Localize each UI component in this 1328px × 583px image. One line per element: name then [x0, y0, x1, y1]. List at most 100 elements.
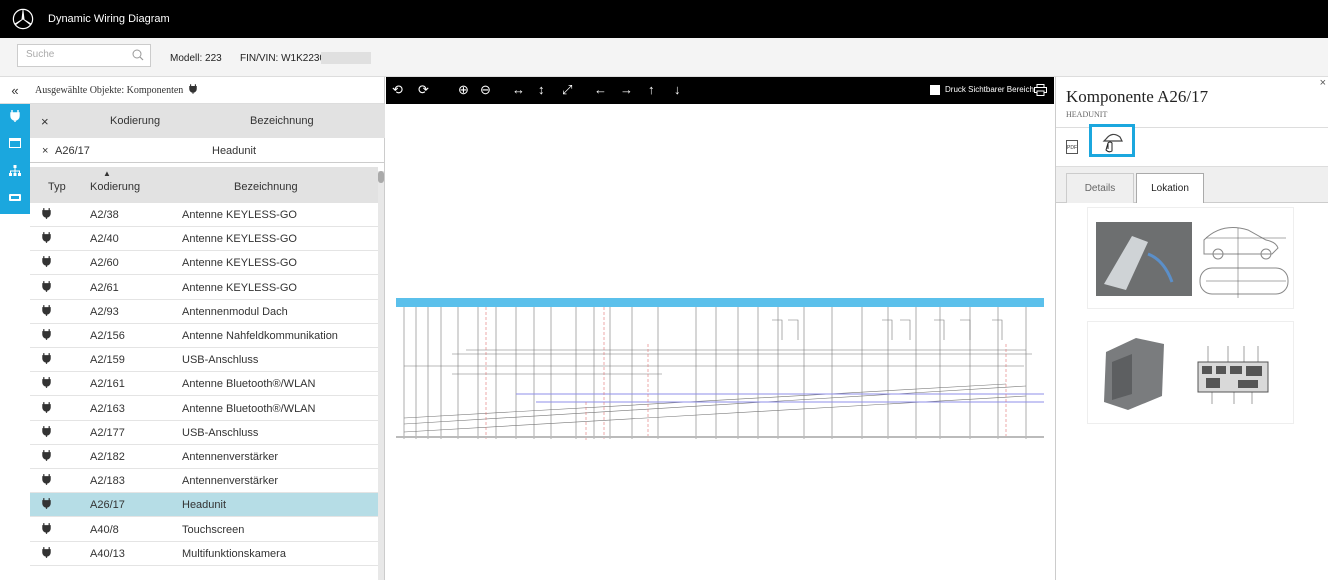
pan-up-icon[interactable]: ↑: [648, 82, 655, 97]
fit-width-icon[interactable]: ↔: [512, 82, 525, 97]
list-item[interactable]: A2/93 Antennenmodul Dach: [30, 300, 378, 324]
undo-icon[interactable]: ⟲: [392, 82, 403, 98]
plug-icon: [189, 84, 197, 94]
component-list-panel: Ausgewählte Objekte: Komponenten × Kodie…: [30, 77, 385, 580]
plug-icon: [42, 546, 51, 561]
row-kodierung: A2/182: [90, 451, 125, 463]
row-bezeichnung: Antenne KEYLESS-GO: [182, 257, 297, 270]
list-item[interactable]: A2/183 Antennenverstärker: [30, 469, 378, 494]
col-bezeichnung[interactable]: Bezeichnung: [250, 115, 314, 127]
row-bezeichnung: Headunit: [182, 499, 227, 512]
col-kodierung[interactable]: Kodierung: [90, 181, 140, 193]
row-bezeichnung: Antenne KEYLESS-GO: [182, 281, 297, 294]
list-item[interactable]: A2/159 USB-Anschluss: [30, 348, 378, 373]
pan-down-icon[interactable]: ↓: [674, 82, 681, 97]
col-bezeichnung[interactable]: Bezeichnung: [234, 181, 298, 193]
list-item[interactable]: A2/161 Antenne Bluetooth®/WLAN: [30, 372, 378, 397]
plug-icon: [42, 256, 51, 270]
list-item[interactable]: A2/177 USB-Anschluss: [30, 421, 378, 445]
row-kodierung: A2/159: [90, 354, 125, 367]
list-item[interactable]: A2/38 Antenne KEYLESS-GO: [30, 203, 378, 227]
list-item[interactable]: A2/40 Antenne KEYLESS-GO: [30, 227, 378, 252]
col-kodierung[interactable]: Kodierung: [110, 115, 160, 127]
sort-asc-icon[interactable]: ▲: [103, 169, 111, 178]
scrollbar-thumb[interactable]: [378, 171, 384, 183]
app-title: Dynamic Wiring Diagram: [48, 13, 170, 25]
wiring-diagram[interactable]: [386, 104, 1054, 580]
row-bezeichnung: Antenne Bluetooth®/WLAN: [182, 378, 316, 391]
hierarchy-icon[interactable]: [0, 158, 30, 182]
vin-mask: [321, 52, 371, 64]
remove-item-icon[interactable]: ×: [42, 145, 48, 157]
row-kodierung: A2/61: [90, 281, 119, 294]
tab-details[interactable]: Details: [1066, 173, 1134, 203]
redo-icon[interactable]: ⟳: [418, 82, 429, 98]
print-visible-checkbox[interactable]: [930, 85, 940, 95]
window-icon[interactable]: [0, 131, 30, 155]
row-bezeichnung: USB-Anschluss: [182, 426, 259, 439]
search-input[interactable]: Suche: [17, 44, 151, 67]
tab-lokation[interactable]: Lokation: [1136, 173, 1204, 203]
plug-icon: [42, 377, 51, 391]
col-typ[interactable]: Typ: [48, 181, 66, 193]
row-bezeichnung: Antennenmodul Dach: [182, 305, 288, 318]
component-subtitle: HEADUNIT: [1066, 110, 1108, 119]
component-actions-bar: PDF: [1056, 124, 1328, 167]
fit-page-icon[interactable]: ⤢: [562, 82, 572, 98]
row-bezeichnung: USB-Anschluss: [182, 354, 259, 367]
plug-icon: [42, 208, 51, 222]
list-item[interactable]: A40/13 Multifunktionskamera: [30, 542, 378, 566]
plug-icon[interactable]: [0, 104, 30, 128]
pan-right-icon[interactable]: →: [620, 82, 633, 97]
selected-item-row[interactable]: × A26/17 Headunit: [30, 139, 385, 163]
list-item[interactable]: A40/8 Touchscreen: [30, 518, 378, 542]
row-bezeichnung: Antenne KEYLESS-GO: [182, 233, 297, 246]
car-location-icon: [1102, 133, 1123, 153]
selected-bezeichnung: Headunit: [212, 145, 257, 157]
plug-icon: [42, 304, 51, 319]
zoom-in-icon[interactable]: ⊕: [458, 82, 469, 98]
row-bezeichnung: Touchscreen: [182, 523, 245, 536]
fin-vin-label: FIN/VIN: W1K22303: [240, 53, 331, 64]
search-placeholder: Suche: [26, 49, 55, 60]
plug-icon: [42, 401, 51, 416]
close-panel-icon[interactable]: ×: [1320, 77, 1326, 89]
list-scrollbar[interactable]: [378, 171, 384, 580]
row-kodierung: A2/163: [90, 402, 125, 415]
plug-icon: [42, 280, 51, 295]
pan-left-icon[interactable]: ←: [594, 82, 607, 97]
plug-icon: [42, 425, 51, 440]
row-kodierung: A2/156: [90, 330, 125, 342]
row-kodierung: A40/8: [90, 523, 119, 536]
component-detail-panel: × Komponente A26/17 HEADUNIT PDF Details…: [1055, 77, 1328, 580]
clear-all-icon[interactable]: ×: [41, 114, 49, 129]
row-kodierung: A2/183: [90, 475, 125, 488]
connector-icon[interactable]: [0, 185, 30, 209]
list-item[interactable]: A2/60 Antenne KEYLESS-GO: [30, 251, 378, 276]
collapse-icon[interactable]: «: [0, 77, 30, 104]
list-item[interactable]: A2/163 Antenne Bluetooth®/WLAN: [30, 397, 378, 421]
list-columns-header: Typ ▲ Kodierung Bezeichnung: [30, 167, 378, 203]
location-button[interactable]: [1089, 124, 1135, 157]
diagram-toolbar: ⟲ ⟳ ⊕ ⊖ ↔ ↕ ⤢ ← → ↑ ↓ Druck Sichtbarer B…: [386, 77, 1054, 104]
plug-icon: [42, 329, 51, 343]
pdf-icon[interactable]: PDF: [1066, 140, 1078, 154]
plug-icon: [42, 232, 51, 246]
zoom-out-icon[interactable]: ⊖: [480, 82, 491, 98]
fit-height-icon[interactable]: ↕: [538, 82, 545, 97]
list-item[interactable]: A2/61 Antenne KEYLESS-GO: [30, 276, 378, 300]
search-icon[interactable]: [131, 48, 145, 62]
title-bar: Dynamic Wiring Diagram: [0, 0, 1328, 38]
row-kodierung: A2/177: [90, 426, 125, 439]
location-image-headunit[interactable]: [1087, 321, 1294, 424]
list-item[interactable]: A26/17 Headunit: [30, 493, 378, 518]
list-item[interactable]: A2/156 Antenne Nahfeldkommunikation: [30, 324, 378, 348]
row-kodierung: A26/17: [90, 499, 125, 512]
component-title: Komponente A26/17: [1066, 87, 1209, 106]
location-image-car[interactable]: [1087, 207, 1294, 309]
wiring-diagram-canvas[interactable]: [386, 104, 1054, 580]
selected-objects-header: Ausgewählte Objekte: Komponenten: [30, 77, 384, 104]
list-item[interactable]: A2/182 Antennenverstärker: [30, 445, 378, 469]
printer-icon[interactable]: [1034, 84, 1047, 96]
row-bezeichnung: Antenne Bluetooth®/WLAN: [182, 402, 316, 415]
